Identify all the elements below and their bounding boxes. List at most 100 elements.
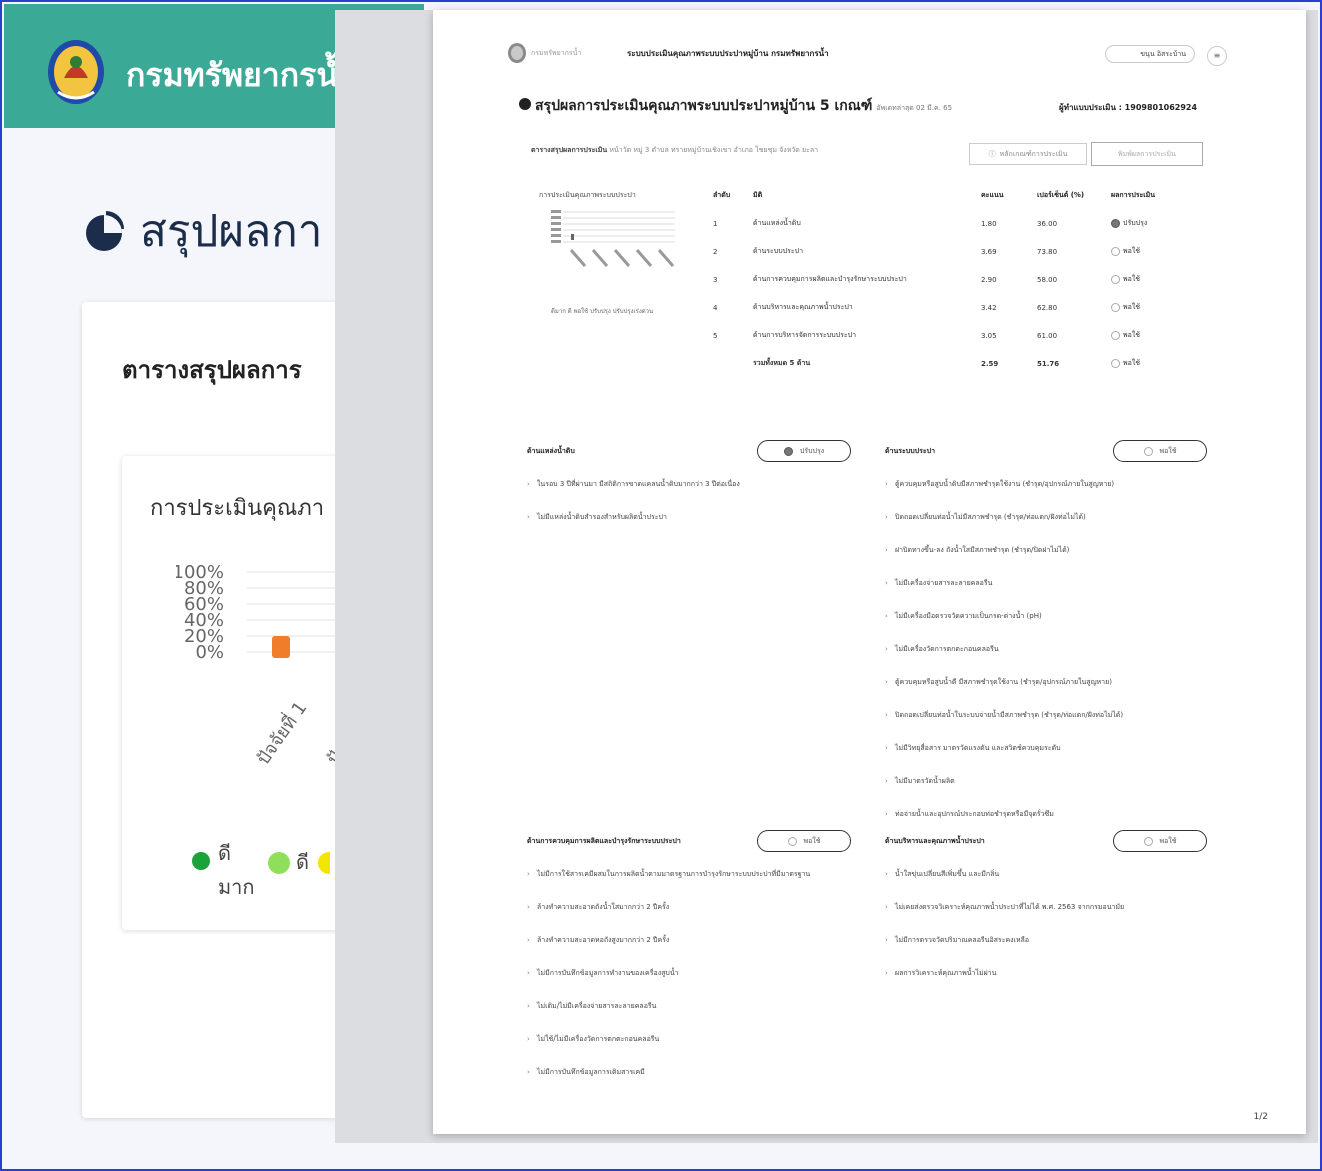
chevron-right-icon: › [885,903,888,911]
row-result: พอใช้ [1111,302,1191,330]
table-row: 1 ด้านแหล่งน้ำดิบ 1.80 36.00 ปรับปรุง [713,218,1191,246]
criteria-item-text: ไม่เคยส่งตรวจวิเคราะห์คุณภาพน้ำประปาที่ไ… [895,903,1125,911]
result-dot-icon [1111,330,1120,340]
chevron-right-icon: › [885,777,888,785]
chevron-right-icon: › [885,480,888,488]
section-water-quality: ด้านบริหารและคุณภาพน้ำประปา พอใช้ › น้ำใส… [885,830,1215,1001]
col-percent: เปอร์เซ็นต์ (%) [1037,191,1085,199]
legend-dot-good [268,852,290,874]
doc-table-caption-bold: ตารางสรุปผลการประเมิน [531,146,608,154]
section-status-text: ปรับปรุง [799,446,825,455]
chevron-right-icon: › [527,969,530,977]
criteria-item-text: ไม่ใช้/ไม่มีเครื่องวัดการตกตะกอนคลอรีน [537,1035,660,1043]
criteria-item-text: ผลการวิเคราะห์คุณภาพน้ำไม่ผ่าน [895,969,997,977]
col-score: คะแนน [981,191,1004,199]
menu-icon: ≡ [1207,46,1227,66]
row-score: 3.42 [981,303,997,312]
page-heading-text: สรุปผลกา [140,206,323,257]
total-no [713,358,753,386]
doc-user-button: ขนุน อิสระบ้าน [1105,45,1195,63]
result-dot-icon [1111,218,1120,228]
row-name: ด้านการบริหารจัดการระบบประปา [753,331,857,339]
screen: กรมทรัพยากรน้ำ สรุปผลกา ตารางสรุปผลการ ก… [0,0,1322,1171]
criteria-item-text: ไม่มีการบันทึกข้อมูลการทำงานของเครื่องสู… [537,969,679,977]
app-title: กรมทรัพยากรน้ำ [126,56,357,94]
criteria-button: ⓘ หลักเกณฑ์การประเมิน [969,143,1087,165]
criteria-item: › ท่อจ่ายน้ำและอุปกรณ์ประกอบท่อชำรุดหรือม… [885,809,1215,820]
criteria-item: › ไม่มีแหล่งน้ำดิบสำรองสำหรับผลิตน้ำประปา [527,512,857,523]
criteria-item: › ไม่มีมาตรวัดน้ำผลิต [885,776,1215,787]
section-raw-water: ด้านแหล่งน้ำดิบ ปรับปรุง › ในรอบ 3 ปีที่ผ… [527,440,857,545]
criteria-item: › ในรอบ 3 ปีที่ผ่านมา มีสถิติการขาดแคลนน้… [527,479,857,490]
criteria-item-text: ตู้ควบคุมหรือสูบน้ำดิบมีสภาพชำรุดใช้งาน … [895,480,1115,488]
row-no: 3 [713,275,718,284]
criteria-item: › ไม่มีการใช้สารเคมีผสมในการผลิตน้ำตามมาต… [527,869,857,880]
section-production-control: ด้านการควบคุมการผลิตและบำรุงรักษาระบบประ… [527,830,857,1100]
criteria-item: › ไม่มีการบันทึกข้อมูลการทำงานของเครื่องส… [527,968,857,979]
doc-agency: กรมทรัพยากรน้ำ [531,49,582,57]
mini-bar-1 [571,234,574,240]
row-score: 3.69 [981,247,997,256]
row-name: ด้านแหล่งน้ำดิบ [753,219,801,227]
row-percent: 61.00 [1037,331,1058,340]
criteria-item-text: ไม่มีมาตรวัดน้ำผลิต [895,777,955,785]
row-score: 1.80 [981,219,997,228]
criteria-item: › ล้างทำความสะอาดหอถังสูงมากกว่า 2 ปีครั้… [527,935,857,946]
criteria-item: › ไม่เติม/ไม่มีเครื่องจ่ายสารละลายคลอรีน [527,1001,857,1012]
criteria-item-text: ไม่มีเครื่องมือตรวจวัดความเป็นกรด-ด่างน้… [895,612,1042,620]
bg-category-1: ปัจจัยที่ 1 [250,696,311,769]
criteria-item: › ปิดถอดเปลี่ยนท่อน้ำในระบบจ่ายน้ำมีสภาพช… [885,710,1215,721]
row-result: พอใช้ [1111,246,1191,274]
chevron-right-icon: › [527,480,530,488]
chevron-right-icon: › [885,810,888,818]
row-no: 2 [713,247,718,256]
criteria-item: › ผลการวิเคราะห์คุณภาพน้ำไม่ผ่าน [885,968,1215,979]
mini-category-mark [613,249,631,267]
chevron-right-icon: › [527,513,530,521]
mini-tick-mark [551,222,561,225]
criteria-item-text: ตู้ควบคุมหรือสูบน้ำดี มีสภาพชำรุดใช้งาน … [895,678,1112,686]
table-row: 4 ด้านบริหารและคุณภาพน้ำประปา 3.42 62.80 พอใ… [713,302,1191,330]
criteria-item: › ตู้ควบคุมหรือสูบน้ำดิบมีสภาพชำรุดใช้งาน… [885,479,1215,490]
row-name: ด้านระบบประปา [753,247,804,255]
row-result-text: พอใช้ [1123,331,1140,339]
criteria-item-text: ปิดถอดเปลี่ยนท่อน้ำไม่มีสภาพชำรุด (ชำรุด… [895,513,1086,521]
mini-category-mark [591,249,609,267]
col-result: ผลการประเมิน [1111,191,1156,199]
criteria-item: › ไม่มีเครื่องวัดการตกตะกอนคลอรีน [885,644,1215,655]
mini-tick-mark [551,216,561,219]
col-name: มิติ [753,191,763,199]
criteria-item: › ฝาปิดทางขึ้น-ลง ถังน้ำใสมีสภาพชำรุด (ชำ… [885,545,1215,556]
row-name: ด้านบริหารและคุณภาพน้ำประปา [753,303,853,311]
doc-heading: สรุปผลการประเมินคุณภาพระบบประปาหมู่บ้าน … [519,95,952,117]
doc-system-title: ระบบประเมินคุณภาพระบบประปาหมู่บ้าน กรมทร… [627,49,829,58]
table-row: 2 ด้านระบบประปา 3.69 73.80 พอใช้ [713,246,1191,274]
mini-bar-chart [551,210,675,267]
table-row: 5 ด้านการบริหารจัดการระบบประปา 3.05 61.00 พอ… [713,330,1191,358]
table-total-row: รวมทั้งหมด 5 ด้าน 2.59 51.76 พอใช้ [713,358,1191,386]
summary-table: ลำดับ มิติ คะแนน เปอร์เซ็นต์ (%) ผลการปร… [713,190,1191,386]
section-status-badge: ปรับปรุง [757,440,851,462]
legend-dot-fair [318,852,330,874]
row-result-text: พอใช้ [1123,247,1140,255]
mini-chart-legend: ดีมาก ดี พอใช้ ปรับปรุง ปรับปรุงเร่งด่วน [551,308,654,315]
section-status-badge: พอใช้ [1113,440,1207,462]
chevron-right-icon: › [885,936,888,944]
row-percent: 62.80 [1037,303,1058,312]
chevron-right-icon: › [527,870,530,878]
row-result-text: พอใช้ [1123,303,1140,311]
result-dot-icon [1111,274,1120,284]
chevron-right-icon: › [885,546,888,554]
mini-chart-title: การประเมินคุณภาพระบบประปา [539,191,636,199]
col-no: ลำดับ [713,191,731,199]
chevron-right-icon: › [527,1035,530,1043]
print-preview[interactable]: กรมทรัพยากรน้ำ ระบบประเมินคุณภาพระบบประป… [335,10,1318,1143]
criteria-item-text: ไม่มีการตรวจวัดปริมาณคลอรีนอิสระคงเหลือ [895,936,1030,944]
criteria-item-text: ปิดถอดเปลี่ยนท่อน้ำในระบบจ่ายน้ำมีสภาพชำ… [895,711,1124,719]
preview-page: กรมทรัพยากรน้ำ ระบบประเมินคุณภาพระบบประป… [433,10,1306,1134]
print-button: พิมพ์ผลการประเมิน [1091,142,1203,166]
chevron-right-icon: › [885,870,888,878]
criteria-item-text: ไม่มีเครื่องวัดการตกตะกอนคลอรีน [895,645,999,653]
result-dot-icon [1111,246,1120,256]
total-result: พอใช้ [1111,358,1191,386]
